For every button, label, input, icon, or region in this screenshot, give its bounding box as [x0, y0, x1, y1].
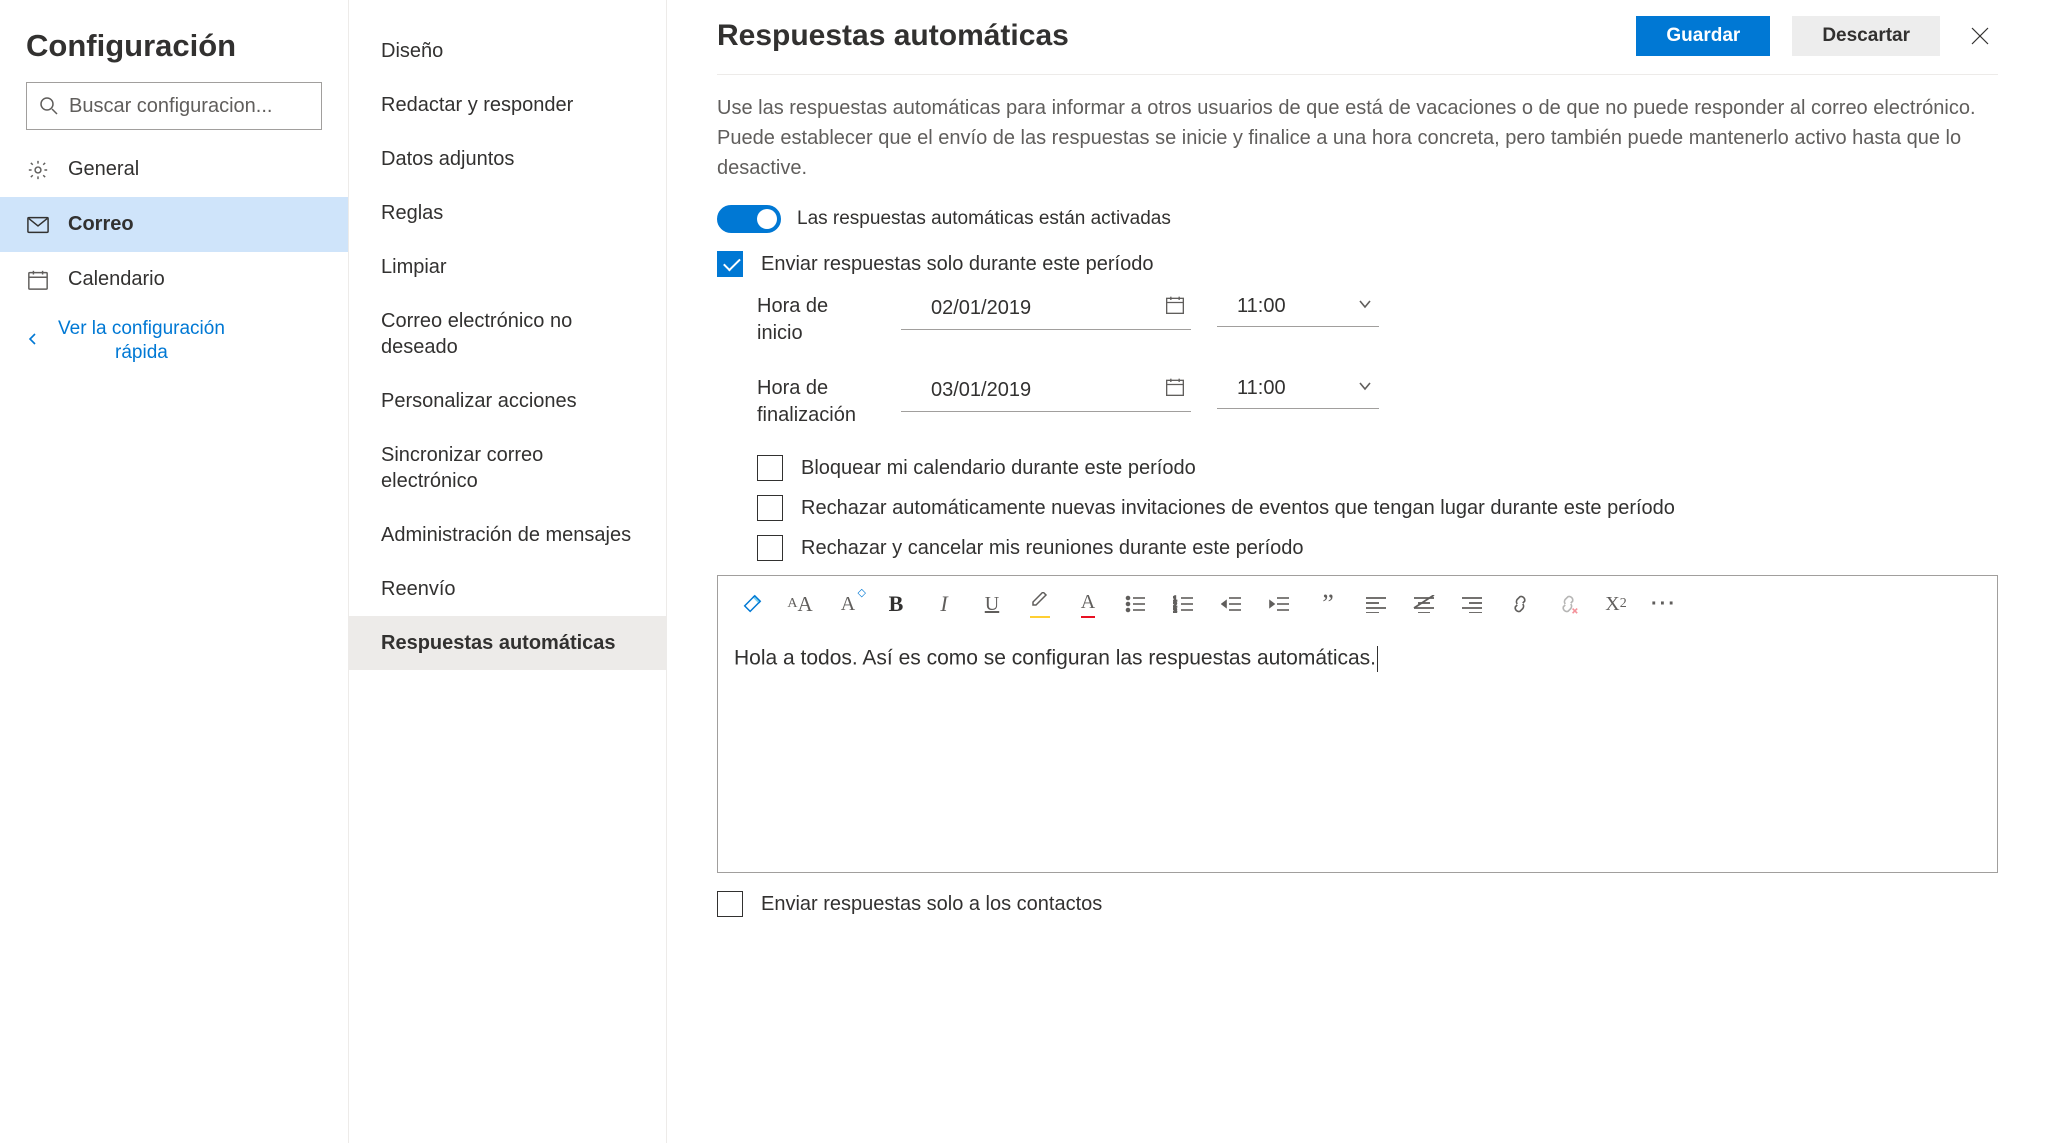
- number-list-icon[interactable]: 123: [1170, 590, 1198, 618]
- text-caret: [1377, 646, 1378, 672]
- quote-icon[interactable]: ”: [1314, 590, 1342, 618]
- chevron-left-icon: [26, 330, 40, 352]
- decline-invites-checkbox[interactable]: [757, 495, 783, 521]
- period-fields: Hora de inicio 02/01/2019 11:00 Hora de …: [757, 291, 1998, 429]
- subnav-junk[interactable]: Correo electrónico no deseado: [349, 294, 666, 374]
- decline-invites-label: Rechazar automáticamente nuevas invitaci…: [801, 497, 1675, 520]
- auto-replies-toggle[interactable]: [717, 205, 781, 233]
- toggle-label: Las respuestas automáticas están activad…: [797, 208, 1171, 230]
- start-time-label: Hora de inicio: [757, 291, 875, 347]
- bold-icon[interactable]: B: [882, 590, 910, 618]
- start-time-input[interactable]: 11:00: [1217, 291, 1379, 327]
- page-title: Respuestas automáticas: [717, 19, 1069, 53]
- discard-button[interactable]: Descartar: [1792, 16, 1940, 56]
- end-time-label: Hora de finalización: [757, 373, 875, 429]
- indent-icon[interactable]: [1266, 590, 1294, 618]
- subnav-sweep[interactable]: Limpiar: [349, 240, 666, 294]
- calendar-picker-icon: [1165, 295, 1185, 321]
- quick-settings-label: Ver la configuración rápida: [58, 317, 225, 365]
- contacts-only-checkbox[interactable]: [717, 891, 743, 917]
- search-placeholder: Buscar configuracion...: [69, 95, 272, 118]
- align-center-icon[interactable]: [1410, 590, 1438, 618]
- nav-calendar[interactable]: Calendario: [0, 252, 348, 307]
- cancel-meetings-checkbox[interactable]: [757, 535, 783, 561]
- settings-subnav-panel: Diseño Redactar y responder Datos adjunt…: [348, 0, 667, 1143]
- subnav-layout[interactable]: Diseño: [349, 24, 666, 78]
- nav-mail[interactable]: Correo: [0, 197, 348, 252]
- search-input[interactable]: Buscar configuracion...: [26, 82, 322, 130]
- settings-nav-panel: Configuración Buscar configuracion... Ge…: [0, 0, 348, 1143]
- highlight-icon[interactable]: [1026, 590, 1054, 618]
- subnav-message-handling[interactable]: Administración de mensajes: [349, 508, 666, 562]
- subnav-forwarding[interactable]: Reenvío: [349, 562, 666, 616]
- close-button[interactable]: [1962, 22, 1998, 50]
- bullet-list-icon[interactable]: [1122, 590, 1150, 618]
- contacts-only-label: Enviar respuestas solo a los contactos: [761, 893, 1102, 916]
- font-color-icon[interactable]: A: [1074, 590, 1102, 618]
- period-checkbox[interactable]: [717, 251, 743, 277]
- nav-label: General: [68, 158, 139, 181]
- svg-text:3: 3: [1173, 608, 1177, 613]
- editor-toolbar: AA A◇ B I U A 123 ”: [718, 576, 1997, 632]
- reply-editor: AA A◇ B I U A 123 ”: [717, 575, 1998, 873]
- subnav-compose[interactable]: Redactar y responder: [349, 78, 666, 132]
- chevron-down-icon: [1357, 377, 1373, 400]
- save-button[interactable]: Guardar: [1636, 16, 1770, 56]
- link-icon[interactable]: [1506, 590, 1534, 618]
- italic-icon[interactable]: I: [930, 590, 958, 618]
- unlink-icon[interactable]: [1554, 590, 1582, 618]
- subnav-sync[interactable]: Sincronizar correo electrónico: [349, 428, 666, 508]
- subnav-custom-actions[interactable]: Personalizar acciones: [349, 374, 666, 428]
- superscript-icon[interactable]: X2: [1602, 590, 1630, 618]
- nav-general[interactable]: General: [0, 142, 348, 197]
- more-icon[interactable]: ···: [1650, 590, 1678, 618]
- editor-textarea[interactable]: Hola a todos. Así es como se configuran …: [718, 632, 1997, 872]
- content-header: Respuestas automáticas Guardar Descartar: [717, 16, 1998, 75]
- gear-icon: [26, 159, 50, 181]
- editor-content: Hola a todos. Así es como se configuran …: [734, 647, 1376, 670]
- nav-label: Calendario: [68, 268, 165, 291]
- font-size-icon[interactable]: A◇: [834, 590, 862, 618]
- nav-label: Correo: [68, 213, 134, 236]
- period-label: Enviar respuestas solo durante este perí…: [761, 253, 1153, 276]
- chevron-down-icon: [1357, 295, 1373, 318]
- outdent-icon[interactable]: [1218, 590, 1246, 618]
- start-date-input[interactable]: 02/01/2019: [901, 291, 1191, 330]
- end-time-input[interactable]: 11:00: [1217, 373, 1379, 409]
- subnav-attachments[interactable]: Datos adjuntos: [349, 132, 666, 186]
- end-date-input[interactable]: 03/01/2019: [901, 373, 1191, 412]
- align-left-icon[interactable]: [1362, 590, 1390, 618]
- subnav-rules[interactable]: Reglas: [349, 186, 666, 240]
- settings-title: Configuración: [0, 8, 348, 82]
- block-calendar-label: Bloquear mi calendario durante este perí…: [801, 457, 1196, 480]
- calendar-icon: [26, 269, 50, 291]
- subnav-auto-replies[interactable]: Respuestas automáticas: [349, 616, 666, 670]
- quick-settings-link[interactable]: Ver la configuración rápida: [0, 307, 348, 375]
- page-description: Use las respuestas automáticas para info…: [717, 93, 1998, 183]
- align-right-icon[interactable]: [1458, 590, 1486, 618]
- block-calendar-checkbox[interactable]: [757, 455, 783, 481]
- mail-icon: [26, 216, 50, 234]
- format-painter-icon[interactable]: [738, 590, 766, 618]
- content-panel: Respuestas automáticas Guardar Descartar…: [667, 0, 2048, 1143]
- search-icon: [39, 96, 59, 116]
- font-family-icon[interactable]: AA: [786, 590, 814, 618]
- calendar-picker-icon: [1165, 377, 1185, 403]
- cancel-meetings-label: Rechazar y cancelar mis reuniones durant…: [801, 537, 1304, 560]
- underline-icon[interactable]: U: [978, 590, 1006, 618]
